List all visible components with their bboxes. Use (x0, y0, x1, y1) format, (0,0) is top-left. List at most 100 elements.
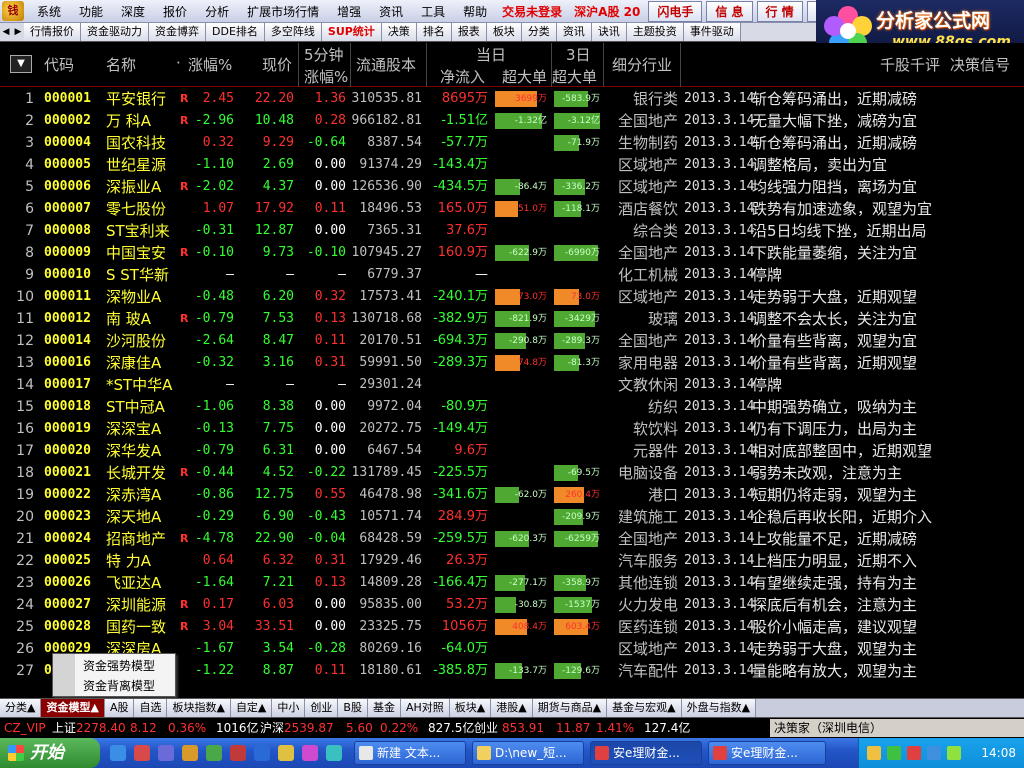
menu-news[interactable]: 资讯 (370, 3, 412, 20)
tab-scroll-right-icon[interactable]: ▶ (12, 23, 24, 41)
popup-item-strong-model[interactable]: 资金强势模型 (83, 657, 155, 675)
tab-rank[interactable]: 排名 (416, 23, 452, 41)
table-row[interactable]: 22 000025 特 力A 0.64 6.32 0.31 17929.46 26.3万 汽车服… (0, 550, 1024, 572)
menu-quote[interactable]: 报价 (154, 3, 196, 20)
market-selector[interactable]: 深沪A股 20 (568, 3, 646, 20)
table-row[interactable]: 18 000021 长城开发 R -0.44 4.52 -0.22 131789.45 -225… (0, 462, 1024, 484)
taskbar-window-folder[interactable]: D:\new_短... (472, 741, 584, 765)
trade-login-status[interactable]: 交易未登录 (496, 3, 568, 20)
table-row[interactable]: 5 000006 深振业A R -2.02 4.37 0.00 126536.90 -434.5… (0, 176, 1024, 198)
table-row[interactable]: 20 000023 深天地A -0.29 6.90 -0.43 10571.74 284.9万… (0, 506, 1024, 528)
tab-quick-news[interactable]: 诀讯 (591, 23, 627, 41)
category-tab[interactable]: 基金 (367, 699, 401, 717)
category-tab[interactable]: 板块指数▲ (167, 699, 231, 717)
category-tab[interactable]: 基金与宏观▲ (607, 699, 682, 717)
tab-event[interactable]: 事件驱动 (683, 23, 741, 41)
table-row[interactable]: 14 000017 *ST中华A — — — 29301.24 文教休闲 2013.3.14 停牌 (0, 374, 1024, 396)
table-row[interactable]: 3 000004 国农科技 0.32 9.29 -0.64 8387.54 -57.7万 -71… (0, 132, 1024, 154)
quicklaunch-icon[interactable] (278, 745, 294, 761)
header-pct[interactable]: 涨幅% (188, 54, 232, 75)
header-signal[interactable]: 决策信号 (950, 54, 1010, 75)
category-tab[interactable]: 资金模型▲ (41, 699, 105, 717)
menu-system[interactable]: 系统 (28, 3, 70, 20)
tab-news[interactable]: 资讯 (556, 23, 592, 41)
table-row[interactable]: 7 000008 ST宝利来 -0.31 12.87 0.00 7365.31 37.6万 综合… (0, 220, 1024, 242)
tab-dde-rank[interactable]: DDE排名 (206, 23, 265, 41)
tab-decision[interactable]: 决策 (381, 23, 417, 41)
quicklaunch-icon[interactable] (230, 745, 246, 761)
tray-icon[interactable] (887, 746, 901, 760)
category-tab[interactable]: 板块▲ (449, 699, 492, 717)
menu-help[interactable]: 帮助 (454, 3, 496, 20)
table-row[interactable]: 4 000005 世纪星源 -1.10 2.69 0.00 91374.29 -143.4万 区… (0, 154, 1024, 176)
shield-icon[interactable] (947, 746, 961, 760)
category-tab[interactable]: 自选 (134, 699, 168, 717)
header-big-order-3day[interactable]: 超大单 (552, 66, 597, 87)
header-comment[interactable]: 千股千评 (880, 54, 940, 75)
header-name[interactable]: 名称 (106, 54, 136, 75)
tab-fund-game[interactable]: 资金博弈 (149, 23, 206, 41)
quicklaunch-icon[interactable] (302, 745, 318, 761)
table-row[interactable]: 25 000028 国药一致 R 3.04 33.51 0.00 23325.75 1056万 4… (0, 616, 1024, 638)
category-tab[interactable]: 分类▲ (0, 699, 42, 717)
sort-dropdown-button[interactable]: ▼ (10, 55, 32, 73)
table-row[interactable]: 16 000019 深深宝A -0.13 7.75 0.00 20272.75 -149.4万… (0, 418, 1024, 440)
info-button[interactable]: 信 息 (706, 0, 753, 22)
header-5min-bottom[interactable]: 涨幅% (304, 66, 348, 87)
connection-status[interactable]: 决策家（深圳电信） (770, 719, 1024, 737)
sh-index-label[interactable]: 上证 (52, 718, 76, 738)
table-row[interactable]: 6 000007 零七股份 1.07 17.92 0.11 18496.53 165.0万 51… (0, 198, 1024, 220)
taskbar-window-app2[interactable]: 安e理财金... (708, 741, 826, 765)
tab-sup-stats[interactable]: SUP统计 (321, 23, 382, 41)
quicklaunch-icon[interactable] (182, 745, 198, 761)
tab-scroll-left-icon[interactable]: ◀ (0, 23, 12, 41)
category-tab[interactable]: B股 (338, 699, 368, 717)
taskbar-window-notepad[interactable]: 新建 文本... (354, 741, 466, 765)
category-tab[interactable]: 港股▲ (491, 699, 533, 717)
table-row[interactable]: 10 000011 深物业A -0.48 6.20 0.32 17573.41 -240.1万… (0, 286, 1024, 308)
header-net-inflow[interactable]: 净流入 (440, 66, 485, 87)
tab-report[interactable]: 报表 (451, 23, 487, 41)
category-tab[interactable]: 中小 (272, 699, 306, 717)
tab-theme[interactable]: 主题投资 (626, 23, 684, 41)
menu-analysis[interactable]: 分析 (196, 3, 238, 20)
popup-item-divergence-model[interactable]: 资金背离模型 (83, 677, 155, 695)
quicklaunch-icon[interactable] (254, 745, 270, 761)
table-row[interactable]: 8 000009 中国宝安 R -0.10 9.73 -0.10 107945.27 160.9… (0, 242, 1024, 264)
taskbar-window-app1[interactable]: 安e理财金... (590, 741, 702, 765)
quicklaunch-icon[interactable] (134, 745, 150, 761)
quicklaunch-icon[interactable] (158, 745, 174, 761)
category-tab[interactable]: 创业 (305, 699, 339, 717)
tray-icon[interactable] (867, 746, 881, 760)
tray-icon[interactable] (927, 746, 941, 760)
header-price[interactable]: 现价 (262, 54, 292, 75)
category-tab[interactable]: 期货与商品▲ (532, 699, 608, 717)
tab-sector[interactable]: 板块 (486, 23, 522, 41)
menu-function[interactable]: 功能 (70, 3, 112, 20)
menu-depth[interactable]: 深度 (112, 3, 154, 20)
table-row[interactable]: 23 000026 飞亚达A -1.64 7.21 0.13 14809.28 -166.4万… (0, 572, 1024, 594)
ie-icon[interactable] (110, 745, 126, 761)
category-tab[interactable]: AH对照 (400, 699, 450, 717)
table-row[interactable]: 1 000001 平安银行 R 2.45 22.20 1.36 310535.81 8695万 3… (0, 88, 1024, 110)
tab-quote[interactable]: 行情报价 (24, 23, 81, 41)
category-tab[interactable]: 外盘与指数▲ (681, 699, 757, 717)
header-float-shares[interactable]: 流通股本 (356, 54, 416, 75)
header-big-order[interactable]: 超大单 (502, 66, 547, 87)
header-code[interactable]: 代码 (44, 54, 74, 75)
header-5min-top[interactable]: 5分钟 (304, 44, 344, 65)
cy-index-label[interactable]: 创业 (474, 718, 498, 738)
menu-tools[interactable]: 工具 (412, 3, 454, 20)
tray-icon[interactable] (907, 746, 921, 760)
quote-button[interactable]: 行 情 (756, 0, 803, 22)
tab-fund-drive[interactable]: 资金驱动力 (81, 23, 149, 41)
start-button[interactable]: 开始 (0, 738, 100, 768)
table-row[interactable]: 19 000022 深赤湾A -0.86 12.75 0.55 46478.98 -341.6… (0, 484, 1024, 506)
table-row[interactable]: 9 000010 S ST华新 — — — 6779.37 — 化工机械 2013.3.14 停牌 (0, 264, 1024, 286)
sz-index-label[interactable]: 沪深 (260, 718, 284, 738)
quicklaunch-icon[interactable] (326, 745, 342, 761)
table-row[interactable]: 2 000002 万 科A R -2.96 10.48 0.28 966182.81 -1.51… (0, 110, 1024, 132)
table-row[interactable]: 13 000016 深康佳A -0.32 3.16 0.31 59991.50 -289.3万… (0, 352, 1024, 374)
flash-trade-button[interactable]: 闪电手 (648, 0, 703, 22)
table-row[interactable]: 12 000014 沙河股份 -2.64 8.47 0.11 20170.51 -694.3万… (0, 330, 1024, 352)
